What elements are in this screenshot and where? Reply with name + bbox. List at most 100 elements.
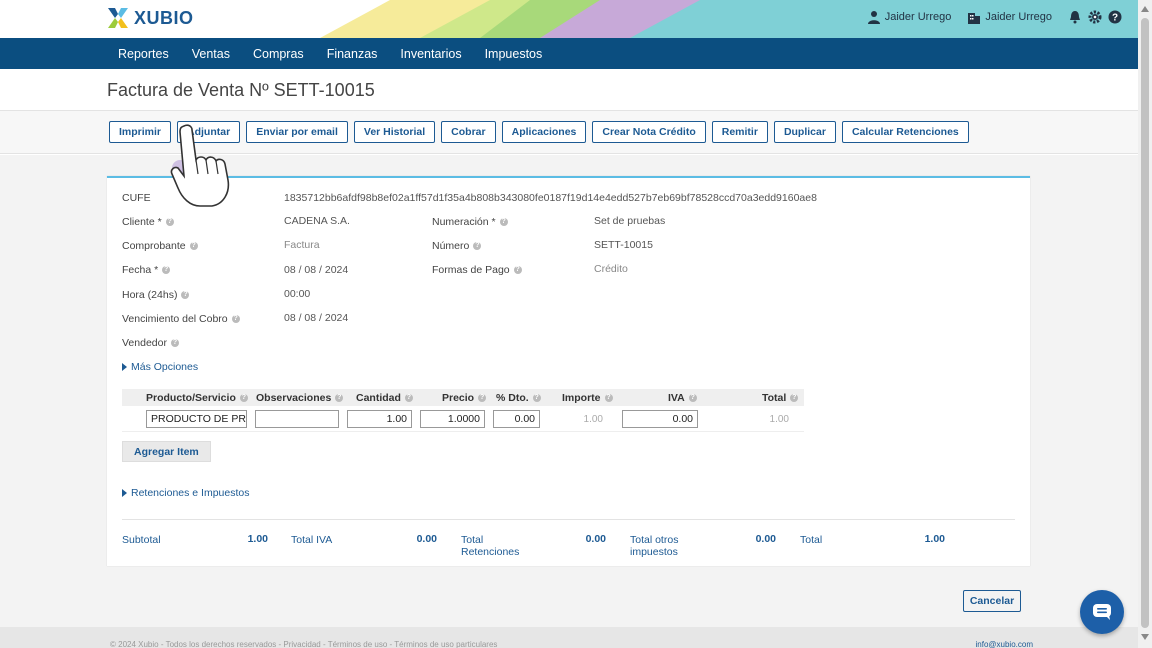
attach-button[interactable]: Adjuntar <box>177 121 241 143</box>
subtotal-label: Subtotal <box>122 534 161 546</box>
help-icon[interactable]: ? <box>239 394 248 402</box>
help-icon[interactable]: ? <box>604 394 613 402</box>
page-scrollbar[interactable] <box>1138 0 1152 648</box>
nav-item-reportes[interactable]: Reportes <box>118 47 169 61</box>
applications-button[interactable]: Aplicaciones <box>501 121 587 143</box>
svg-text:?: ? <box>1112 13 1118 24</box>
help-icon[interactable]: ? <box>189 242 198 250</box>
help-icon[interactable]: ? <box>513 266 522 274</box>
nav-item-finanzas[interactable]: Finanzas <box>327 47 378 61</box>
cliente-value: CADENA S.A. <box>284 215 350 227</box>
company-name: Jaider Urrego <box>985 11 1052 23</box>
nav-item-ventas[interactable]: Ventas <box>192 47 230 61</box>
create-credit-note-button[interactable]: Crear Nota Crédito <box>592 121 706 143</box>
numero-label: Número? <box>432 240 482 252</box>
help-icon[interactable]: ? <box>688 394 697 402</box>
row-divider <box>122 431 804 432</box>
help-icon[interactable]: ? <box>499 218 508 226</box>
vencimiento-label: Vencimiento del Cobro? <box>122 313 240 325</box>
xubio-logo[interactable]: XUBIO <box>106 6 194 30</box>
cufe-value: 1835712bb6afdf98b8ef02a1ff57d1f35a4b808b… <box>284 192 817 204</box>
help-icon[interactable]: ? <box>478 394 487 402</box>
help-icon[interactable]: ? <box>231 315 240 323</box>
dto-input[interactable]: 0.00 <box>493 410 540 428</box>
remit-button[interactable]: Remitir <box>711 121 768 143</box>
fecha-input[interactable]: 08 / 08 / 2024 <box>284 264 348 276</box>
help-icon[interactable]: ? <box>162 266 171 274</box>
chat-icon <box>1093 604 1111 620</box>
main-nav: Reportes Ventas Compras Finanzas Inventa… <box>0 38 1138 69</box>
withholdings-toggle[interactable]: Retenciones e Impuestos <box>122 487 249 499</box>
vendedor-label: Vendedor? <box>122 337 179 349</box>
help-icon[interactable]: ? <box>181 291 190 299</box>
user-icon <box>867 11 880 24</box>
expand-triangle-icon <box>122 489 127 497</box>
action-toolbar: Imprimir Adjuntar Enviar por email Ver H… <box>109 121 969 143</box>
nav-item-compras[interactable]: Compras <box>253 47 304 61</box>
cufe-label: CUFE <box>122 192 151 204</box>
iva-input[interactable]: 0.00 <box>622 410 698 428</box>
xubio-logo-icon <box>108 8 128 28</box>
gear-icon[interactable] <box>1088 10 1102 24</box>
calculate-withholdings-button[interactable]: Calcular Retenciones <box>841 121 969 143</box>
page-title: Factura de Venta Nº SETT-10015 <box>107 80 375 100</box>
invoice-panel <box>107 176 1030 566</box>
help-icon[interactable]: ? <box>404 394 413 402</box>
vencimiento-input[interactable]: 08 / 08 / 2024 <box>284 312 348 324</box>
cancel-button[interactable]: Cancelar <box>963 590 1021 612</box>
help-icon[interactable]: ? <box>170 339 179 347</box>
hora-input[interactable]: 00:00 <box>284 288 310 300</box>
col-header-dto: % Dto.? <box>496 392 541 404</box>
help-icon[interactable]: ? <box>1108 10 1122 24</box>
col-header-cantidad: Cantidad? <box>356 392 413 404</box>
cantidad-input[interactable]: 1.00 <box>347 410 412 428</box>
footer-copyright: © 2024 Xubio - Todos los derechos reserv… <box>110 640 498 648</box>
bell-icon[interactable] <box>1068 10 1082 24</box>
user-area: Jaider Urrego Jaider Urrego ? <box>867 10 1122 24</box>
nav-item-inventarios[interactable]: Inventarios <box>400 47 461 61</box>
total-retenciones-label: Total Retenciones <box>461 534 520 558</box>
formas-pago-value: Crédito <box>594 263 628 275</box>
total-iva-label: Total IVA <box>291 534 333 546</box>
add-item-button[interactable]: Agregar Item <box>122 441 211 462</box>
col-header-observaciones: Observaciones? <box>256 392 344 404</box>
chat-button[interactable] <box>1080 590 1124 634</box>
print-button[interactable]: Imprimir <box>109 121 172 143</box>
scroll-up-icon[interactable] <box>1141 6 1149 12</box>
observaciones-input[interactable] <box>255 410 339 428</box>
help-icon[interactable]: ? <box>335 394 344 402</box>
col-header-importe: Importe? <box>562 392 613 404</box>
fecha-label: Fecha *? <box>122 264 171 276</box>
col-header-producto: Producto/Servicio? <box>146 392 248 404</box>
collect-button[interactable]: Cobrar <box>441 121 496 143</box>
help-icon[interactable]: ? <box>790 394 799 402</box>
precio-input[interactable]: 1.0000 <box>420 410 485 428</box>
totals-divider <box>122 519 1015 520</box>
view-history-button[interactable]: Ver Historial <box>353 121 436 143</box>
help-icon[interactable]: ? <box>532 394 541 402</box>
total-iva-value: 0.00 <box>416 533 437 545</box>
help-icon[interactable]: ? <box>165 218 174 226</box>
send-email-button[interactable]: Enviar por email <box>246 121 348 143</box>
company-menu[interactable]: Jaider Urrego <box>967 10 1052 24</box>
comprobante-value: Factura <box>284 239 320 251</box>
producto-input[interactable]: PRODUCTO DE PRU... <box>146 410 247 428</box>
numero-value: SETT-10015 <box>594 239 653 251</box>
footer-email-link[interactable]: info@xubio.com <box>976 640 1033 648</box>
formas-pago-label: Formas de Pago? <box>432 264 522 276</box>
user-menu[interactable]: Jaider Urrego <box>867 10 951 24</box>
col-header-precio: Precio? <box>442 392 487 404</box>
total-value: 1.00 <box>769 414 789 425</box>
scroll-down-icon[interactable] <box>1141 634 1149 640</box>
scroll-thumb[interactable] <box>1141 18 1149 628</box>
more-options-toggle[interactable]: Más Opciones <box>122 361 198 373</box>
col-header-iva: IVA? <box>668 392 697 404</box>
total-otros-label: Total otros impuestos <box>630 534 679 558</box>
logo-text: XUBIO <box>134 7 194 28</box>
nav-item-impuestos[interactable]: Impuestos <box>485 47 543 61</box>
help-icon[interactable]: ? <box>473 242 482 250</box>
duplicate-button[interactable]: Duplicar <box>773 121 836 143</box>
footer: © 2024 Xubio - Todos los derechos reserv… <box>0 627 1138 648</box>
total-label: Total <box>800 534 823 546</box>
hora-label: Hora (24hs)? <box>122 289 190 301</box>
